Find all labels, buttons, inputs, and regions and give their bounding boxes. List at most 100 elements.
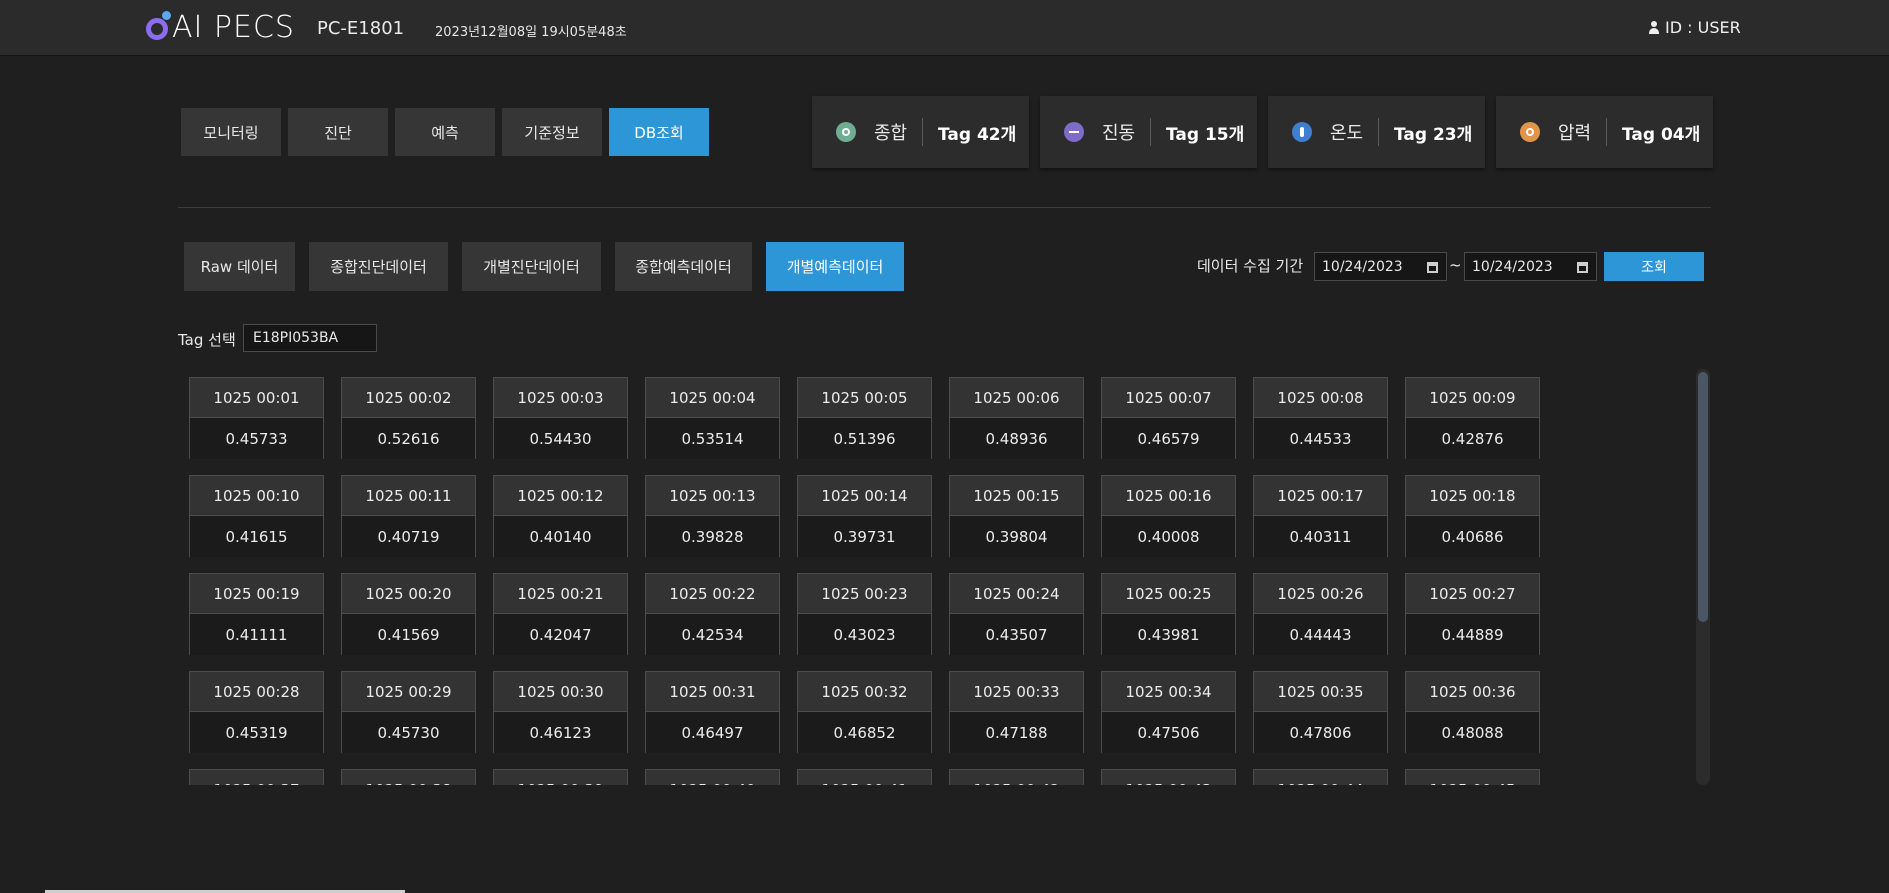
prediction-data-grid[interactable]: 1025 00:01 0.45733 1025 00:02 0.52616 1025 0… <box>189 377 1697 785</box>
data-cell[interactable]: 1025 00:40 <box>645 769 780 785</box>
data-cell[interactable]: 1025 00:06 0.48936 <box>949 377 1084 459</box>
tab-overall-diagnosis-data[interactable]: 종합진단데이터 <box>309 242 448 291</box>
cell-time: 1025 00:02 <box>342 378 475 418</box>
divider <box>178 207 1711 208</box>
data-cell[interactable]: 1025 00:33 0.47188 <box>949 671 1084 753</box>
data-cell[interactable]: 1025 00:17 0.40311 <box>1253 475 1388 557</box>
data-cell[interactable]: 1025 00:32 0.46852 <box>797 671 932 753</box>
cell-value: 0.41111 <box>190 614 323 655</box>
tab-db-query[interactable]: DB조회 <box>609 108 709 156</box>
stat-card-total[interactable]: 종합 Tag 42개 <box>812 96 1029 168</box>
data-cell[interactable]: 1025 00:31 0.46497 <box>645 671 780 753</box>
stat-value: Tag 23개 <box>1394 124 1473 145</box>
data-cell[interactable]: 1025 00:07 0.46579 <box>1101 377 1236 459</box>
tab-raw-data[interactable]: Raw 데이터 <box>184 242 295 291</box>
tab-prediction[interactable]: 예측 <box>395 108 495 156</box>
data-cell[interactable]: 1025 00:15 0.39804 <box>949 475 1084 557</box>
data-cell[interactable]: 1025 00:45 <box>1405 769 1540 785</box>
data-cell[interactable]: 1025 00:43 <box>1101 769 1236 785</box>
end-date-input[interactable]: 10/24/2023 <box>1464 252 1597 281</box>
data-cell[interactable]: 1025 00:16 0.40008 <box>1101 475 1236 557</box>
data-cell[interactable]: 1025 00:13 0.39828 <box>645 475 780 557</box>
data-cell[interactable]: 1025 00:01 0.45733 <box>189 377 324 459</box>
cell-time: 1025 00:45 <box>1406 770 1539 785</box>
cell-time: 1025 00:07 <box>1102 378 1235 418</box>
cell-time: 1025 00:26 <box>1254 574 1387 614</box>
cell-time: 1025 00:09 <box>1406 378 1539 418</box>
data-cell[interactable]: 1025 00:39 <box>493 769 628 785</box>
data-cell[interactable]: 1025 00:20 0.41569 <box>341 573 476 655</box>
data-cell[interactable]: 1025 00:29 0.45730 <box>341 671 476 753</box>
data-cell[interactable]: 1025 00:05 0.51396 <box>797 377 932 459</box>
cell-time: 1025 00:16 <box>1102 476 1235 516</box>
data-cell[interactable]: 1025 00:44 <box>1253 769 1388 785</box>
data-cell[interactable]: 1025 00:30 0.46123 <box>493 671 628 753</box>
cell-value: 0.42047 <box>494 614 627 655</box>
data-cell[interactable]: 1025 00:27 0.44889 <box>1405 573 1540 655</box>
data-cell[interactable]: 1025 00:14 0.39731 <box>797 475 932 557</box>
tab-monitoring[interactable]: 모니터링 <box>181 108 281 156</box>
data-cell[interactable]: 1025 00:41 <box>797 769 932 785</box>
cell-time: 1025 00:41 <box>798 770 931 785</box>
data-cell[interactable]: 1025 00:18 0.40686 <box>1405 475 1540 557</box>
data-cell[interactable]: 1025 00:25 0.43981 <box>1101 573 1236 655</box>
top-bar: AI PECS PC-E1801 2023년12월08일 19시05분48초 I… <box>0 0 1889 56</box>
data-cell[interactable]: 1025 00:11 0.40719 <box>341 475 476 557</box>
data-cell[interactable]: 1025 00:42 <box>949 769 1084 785</box>
stat-value: Tag 04개 <box>1622 124 1701 145</box>
data-cell[interactable]: 1025 00:36 0.48088 <box>1405 671 1540 753</box>
cell-value: 0.47506 <box>1102 712 1235 753</box>
data-cell[interactable]: 1025 00:28 0.45319 <box>189 671 324 753</box>
data-cell[interactable]: 1025 00:09 0.42876 <box>1405 377 1540 459</box>
data-cell[interactable]: 1025 00:10 0.41615 <box>189 475 324 557</box>
tag-select-input[interactable]: E18PI053BA <box>243 324 377 352</box>
cell-time: 1025 00:34 <box>1102 672 1235 712</box>
data-cell[interactable]: 1025 00:04 0.53514 <box>645 377 780 459</box>
cell-value: 0.40140 <box>494 516 627 557</box>
user-info[interactable]: ID : USER <box>1648 18 1741 37</box>
user-icon <box>1648 21 1660 34</box>
cell-time: 1025 00:08 <box>1254 378 1387 418</box>
cell-value: 0.48936 <box>950 418 1083 459</box>
calendar-icon[interactable] <box>1427 262 1438 273</box>
cell-time: 1025 00:21 <box>494 574 627 614</box>
cell-time: 1025 00:36 <box>1406 672 1539 712</box>
calendar-icon[interactable] <box>1577 262 1588 273</box>
scrollbar-thumb[interactable] <box>1698 372 1708 622</box>
cell-time: 1025 00:40 <box>646 770 779 785</box>
data-cell[interactable]: 1025 00:24 0.43507 <box>949 573 1084 655</box>
start-date-input[interactable]: 10/24/2023 <box>1314 252 1447 281</box>
stat-card-vibration[interactable]: 진동 Tag 15개 <box>1040 96 1257 168</box>
data-cell[interactable]: 1025 00:26 0.44443 <box>1253 573 1388 655</box>
data-cell[interactable]: 1025 00:38 <box>341 769 476 785</box>
data-cell[interactable]: 1025 00:22 0.42534 <box>645 573 780 655</box>
tab-reference-info[interactable]: 기준정보 <box>502 108 602 156</box>
cell-value: 0.44443 <box>1254 614 1387 655</box>
cell-time: 1025 00:03 <box>494 378 627 418</box>
cell-value: 0.40686 <box>1406 516 1539 557</box>
data-cell[interactable]: 1025 00:23 0.43023 <box>797 573 932 655</box>
data-cell[interactable]: 1025 00:21 0.42047 <box>493 573 628 655</box>
query-button[interactable]: 조회 <box>1604 252 1704 281</box>
tab-overall-prediction-data[interactable]: 종합예측데이터 <box>615 242 752 291</box>
tab-individual-diagnosis-data[interactable]: 개별진단데이터 <box>462 242 601 291</box>
cell-value: 0.51396 <box>798 418 931 459</box>
end-date-value: 10/24/2023 <box>1472 258 1553 275</box>
cell-value: 0.39804 <box>950 516 1083 557</box>
data-cell[interactable]: 1025 00:03 0.54430 <box>493 377 628 459</box>
cell-time: 1025 00:33 <box>950 672 1083 712</box>
tab-diagnosis[interactable]: 진단 <box>288 108 388 156</box>
data-cell[interactable]: 1025 00:35 0.47806 <box>1253 671 1388 753</box>
tab-individual-prediction-data[interactable]: 개별예측데이터 <box>766 242 904 291</box>
stat-card-pressure[interactable]: 압력 Tag 04개 <box>1496 96 1713 168</box>
data-cell[interactable]: 1025 00:08 0.44533 <box>1253 377 1388 459</box>
cell-time: 1025 00:30 <box>494 672 627 712</box>
data-cell[interactable]: 1025 00:19 0.41111 <box>189 573 324 655</box>
data-cell[interactable]: 1025 00:37 <box>189 769 324 785</box>
data-cell[interactable]: 1025 00:02 0.52616 <box>341 377 476 459</box>
cell-value: 0.44533 <box>1254 418 1387 459</box>
data-cell[interactable]: 1025 00:12 0.40140 <box>493 475 628 557</box>
data-cell[interactable]: 1025 00:34 0.47506 <box>1101 671 1236 753</box>
stat-card-temperature[interactable]: 온도 Tag 23개 <box>1268 96 1485 168</box>
data-grid: 1025 00:01 0.45733 1025 00:02 0.52616 1025 0… <box>189 377 1697 785</box>
